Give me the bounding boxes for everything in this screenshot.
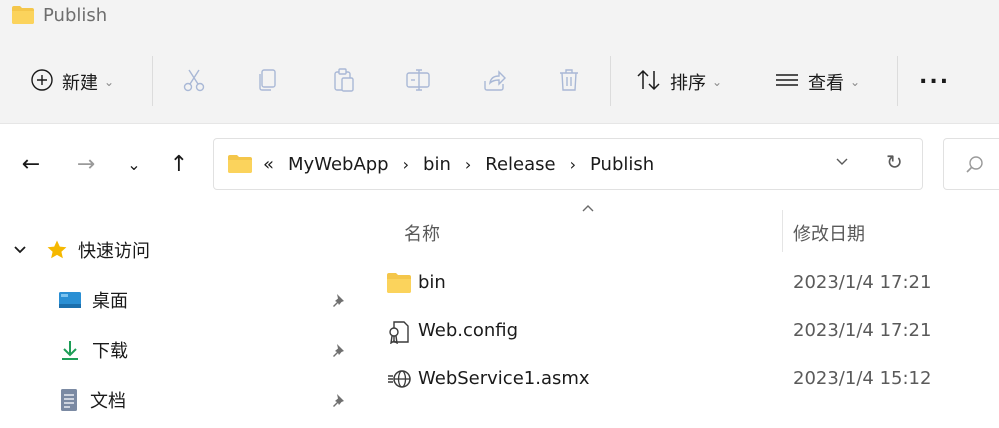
window-title: Publish: [43, 5, 108, 26]
breadcrumb-item[interactable]: Release: [485, 154, 555, 175]
copy-button[interactable]: [255, 62, 281, 102]
new-button-label: 新建: [62, 73, 98, 94]
column-divider[interactable]: [782, 210, 783, 252]
forward-arrow-icon: →: [76, 151, 96, 177]
cut-button[interactable]: [181, 62, 207, 102]
config-file-icon: [386, 320, 412, 348]
pin-icon[interactable]: [330, 292, 348, 314]
back-arrow-icon: ←: [21, 151, 41, 177]
forward-button[interactable]: →: [68, 146, 104, 182]
chevron-down-icon: ⌄: [712, 75, 723, 89]
chevron-down-icon: ⌄: [104, 75, 115, 89]
sort-ascending-icon: [580, 202, 596, 218]
file-explorer-window: Publish 新建 ⌄ 排序 ⌄ 查看 ⌄ ... ← → ⌄ ↑ « MyW…: [0, 0, 999, 428]
file-modified-date: 2023/1/4 17:21: [793, 272, 932, 293]
navigation-pane: 快速访问 桌面 下载 文档: [0, 206, 360, 428]
chevron-right-icon[interactable]: ›: [403, 155, 409, 174]
refresh-button[interactable]: ↻: [886, 150, 903, 174]
file-name: bin: [418, 272, 446, 293]
chevron-right-icon[interactable]: ›: [570, 155, 576, 174]
breadcrumb-overflow-button[interactable]: «: [263, 154, 274, 175]
sidebar-item-desktop[interactable]: 桌面: [58, 280, 358, 320]
rename-button[interactable]: [405, 62, 433, 102]
search-input[interactable]: [943, 138, 999, 190]
sidebar-item-downloads[interactable]: 下载: [58, 330, 358, 370]
up-button[interactable]: ↑: [161, 146, 197, 182]
address-history-button[interactable]: [834, 153, 850, 173]
breadcrumb-item[interactable]: bin: [423, 154, 451, 175]
column-header-name[interactable]: 名称: [404, 220, 440, 246]
command-separator: [897, 56, 898, 106]
back-button[interactable]: ←: [13, 146, 49, 182]
new-button[interactable]: 新建 ⌄: [30, 62, 114, 102]
rename-icon: [405, 67, 433, 98]
file-modified-date: 2023/1/4 17:21: [793, 320, 932, 341]
pin-icon[interactable]: [330, 392, 348, 414]
breadcrumb-item[interactable]: Publish: [590, 154, 654, 175]
sidebar-item-documents[interactable]: 文档: [58, 380, 358, 420]
view-button-label: 查看: [808, 73, 844, 94]
web-service-file-icon: [386, 368, 412, 394]
share-icon: [481, 67, 507, 98]
share-button[interactable]: [481, 62, 507, 102]
up-arrow-icon: ↑: [169, 151, 189, 177]
breadcrumb: MyWebApp › bin › Release › Publish: [288, 154, 654, 175]
chevron-down-icon: ⌄: [127, 154, 141, 174]
quick-access-item[interactable]: 快速访问: [12, 230, 150, 270]
more-options-button[interactable]: ...: [919, 56, 950, 96]
recent-locations-button[interactable]: ⌄: [116, 146, 152, 182]
chevron-down-icon: [836, 158, 848, 165]
sidebar-item-label: 下载: [92, 341, 128, 362]
file-list: 名称 修改日期 bin 2023/1/4 17:21 Web.config 20…: [356, 205, 999, 428]
breadcrumb-item[interactable]: MyWebApp: [288, 154, 389, 175]
paste-icon: [331, 67, 357, 98]
command-separator: [152, 56, 153, 106]
command-separator: [610, 56, 611, 106]
folder-icon: [11, 5, 35, 29]
sidebar-item-label: 文档: [90, 391, 126, 412]
star-icon: [46, 239, 68, 261]
column-header-modified[interactable]: 修改日期: [793, 220, 865, 246]
chevron-down-icon: ⌄: [850, 75, 861, 89]
sort-icon: [636, 68, 662, 97]
chevron-right-icon[interactable]: ›: [465, 155, 471, 174]
sidebar-item-label: 桌面: [92, 291, 128, 312]
quick-access-label: 快速访问: [78, 241, 150, 262]
plus-circle-icon: [30, 68, 54, 97]
address-bar[interactable]: « MyWebApp › bin › Release › Publish ↻: [213, 138, 923, 190]
more-options-label: ...: [919, 63, 951, 89]
search-icon: [964, 154, 986, 180]
paste-button[interactable]: [331, 62, 357, 102]
navigation-row: ← → ⌄ ↑ « MyWebApp › bin › Release › Pub…: [0, 124, 999, 206]
view-list-icon: [774, 68, 800, 97]
pin-icon[interactable]: [330, 342, 348, 364]
command-bar: 新建 ⌄ 排序 ⌄ 查看 ⌄ ...: [0, 34, 999, 124]
folder-icon: [227, 154, 253, 174]
delete-button[interactable]: [556, 62, 582, 102]
file-row[interactable]: WebService1.asmx 2023/1/4 15:12: [356, 360, 999, 400]
cut-icon: [181, 67, 207, 98]
chevron-down-icon[interactable]: [12, 242, 28, 258]
sort-button-label: 排序: [670, 73, 706, 94]
view-button[interactable]: 查看 ⌄: [774, 62, 860, 102]
file-modified-date: 2023/1/4 15:12: [793, 368, 932, 389]
folder-icon: [386, 272, 412, 298]
delete-icon: [556, 67, 582, 98]
document-icon: [58, 388, 80, 412]
file-row[interactable]: Web.config 2023/1/4 17:21: [356, 312, 999, 352]
download-icon: [58, 338, 82, 362]
file-name: Web.config: [418, 320, 519, 341]
sort-button[interactable]: 排序 ⌄: [636, 62, 722, 102]
file-row[interactable]: bin 2023/1/4 17:21: [356, 264, 999, 304]
copy-icon: [255, 67, 281, 98]
file-name: WebService1.asmx: [418, 368, 590, 389]
desktop-icon: [58, 290, 82, 310]
title-bar: Publish: [0, 0, 999, 34]
